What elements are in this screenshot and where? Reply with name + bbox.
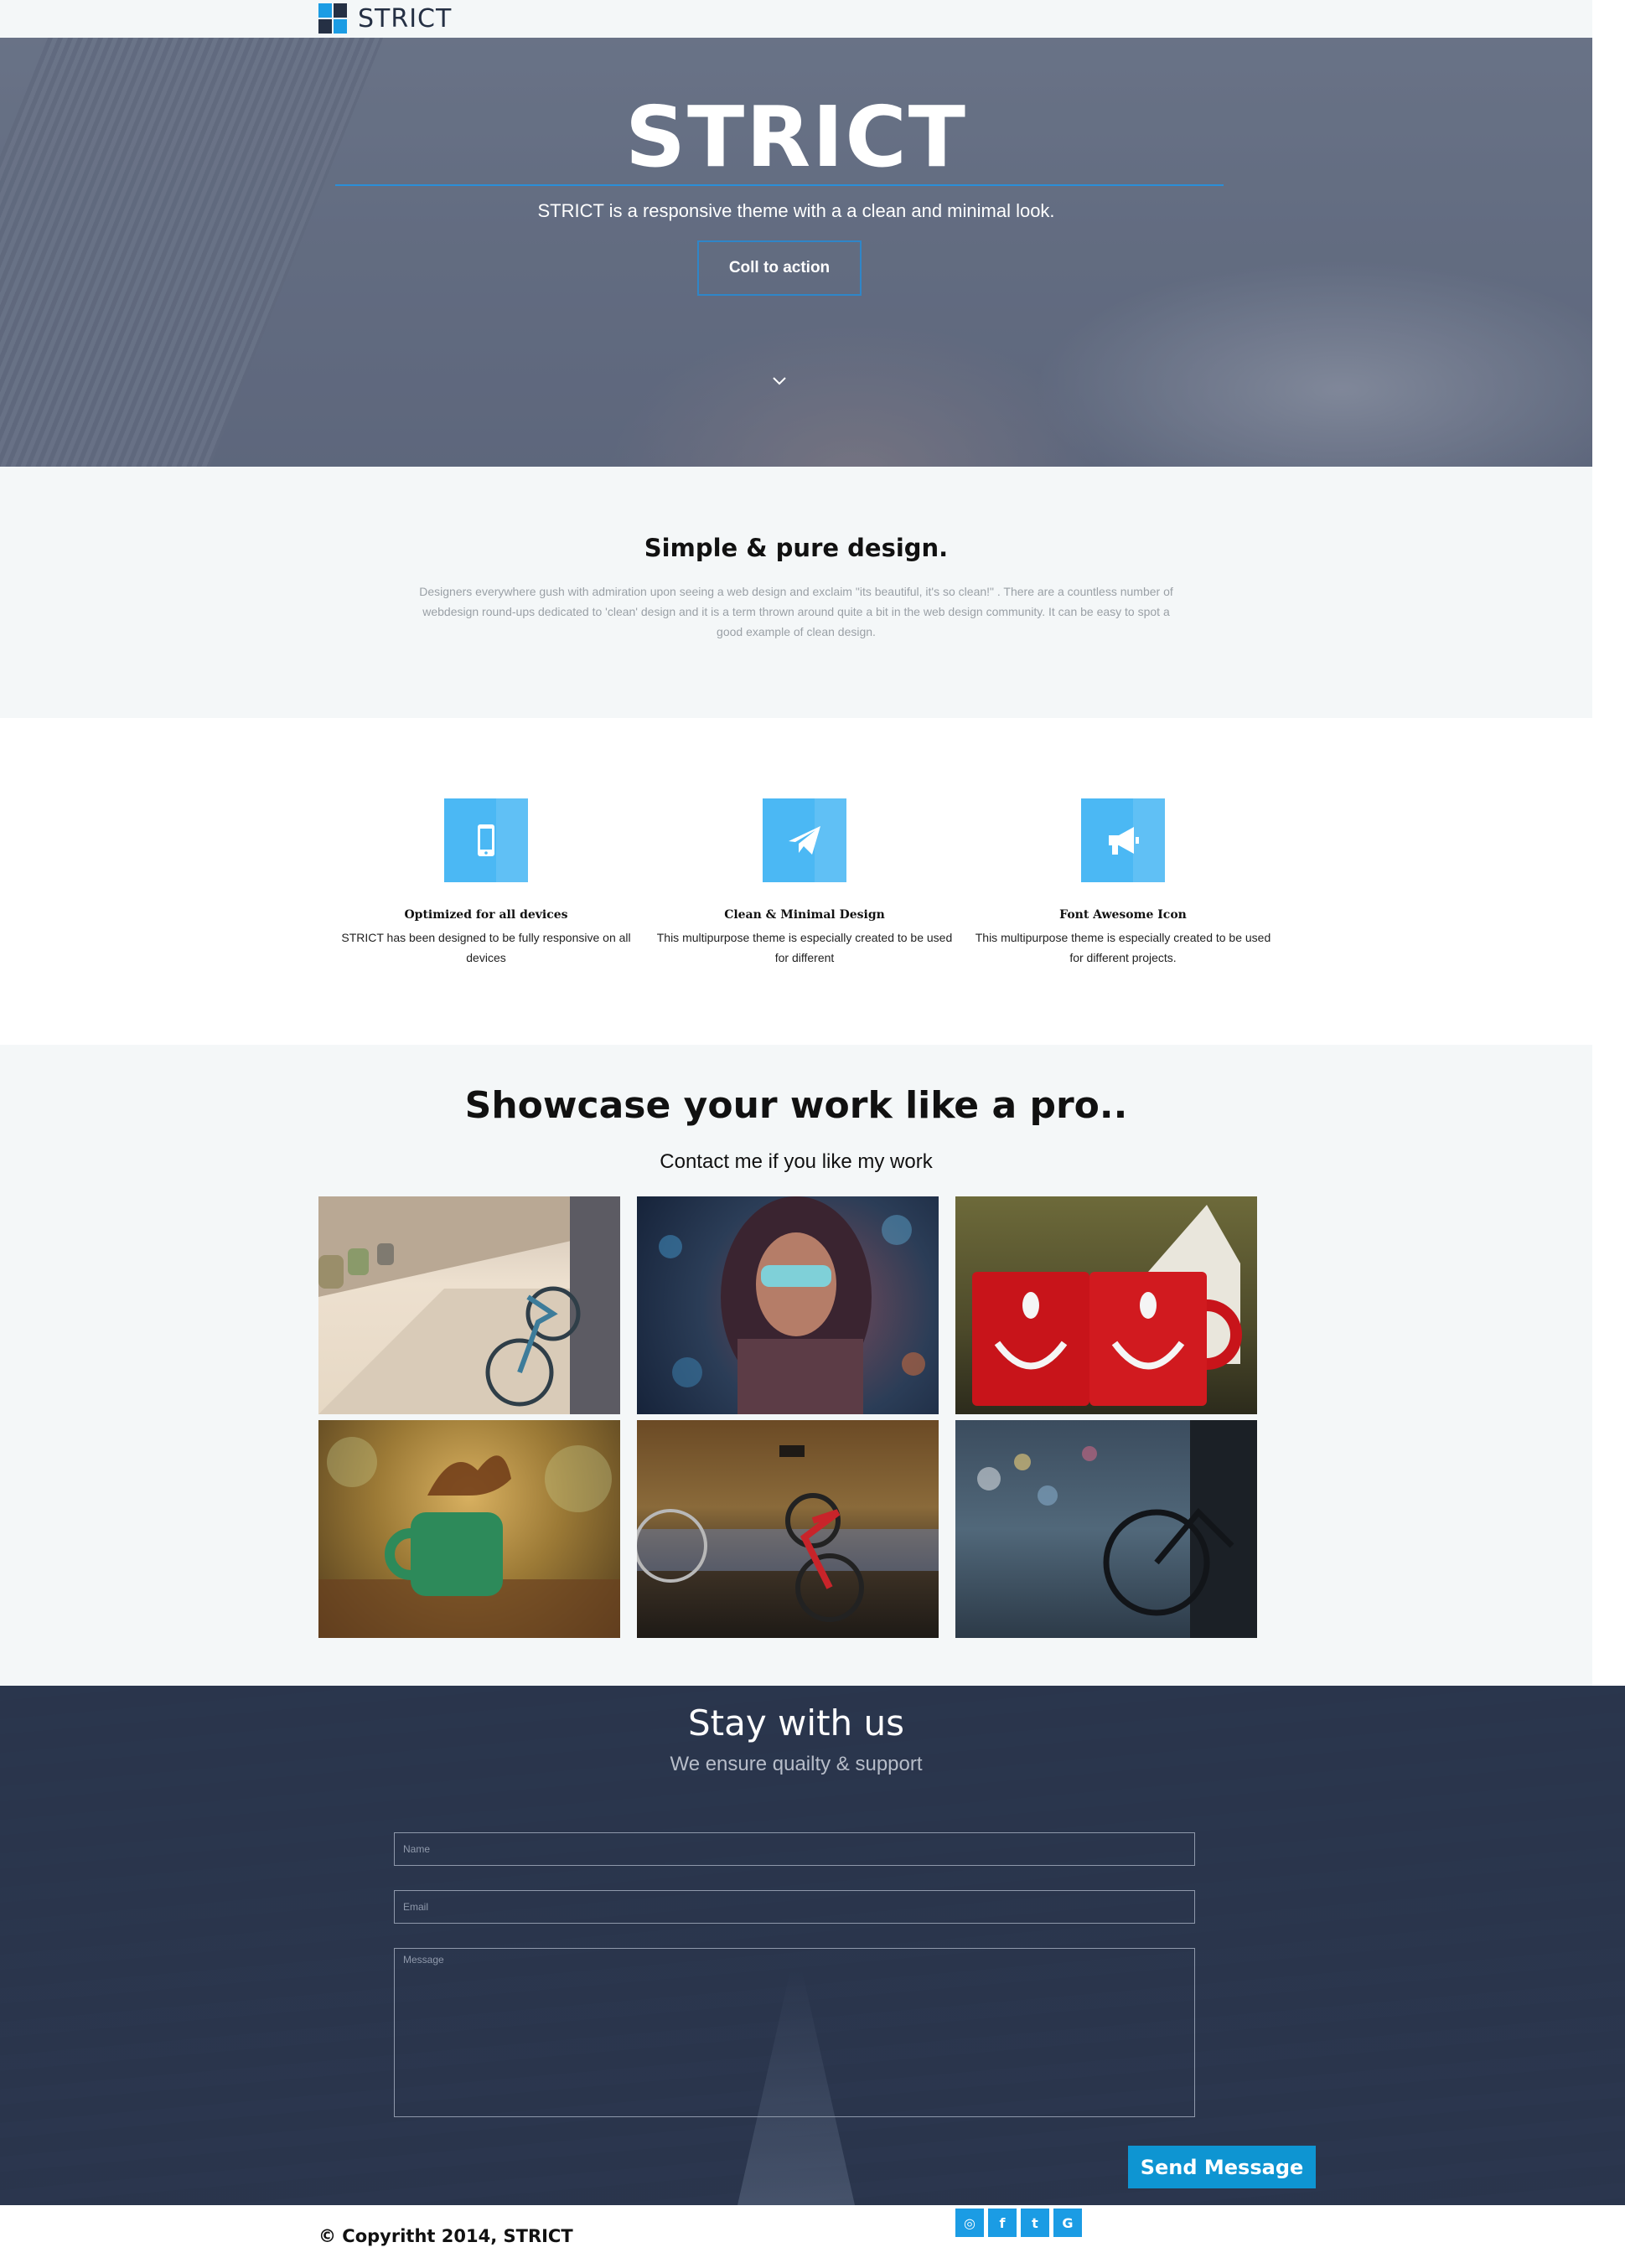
brand-name: STRICT bbox=[358, 4, 453, 34]
showcase-heading: Showcase your work like a pro.. bbox=[464, 1084, 1128, 1127]
email-field[interactable] bbox=[394, 1890, 1195, 1924]
call-to-action-button[interactable]: Coll to action bbox=[697, 240, 862, 296]
feature-text: This multipurpose theme is especially cr… bbox=[975, 931, 1271, 964]
chevron-down-icon[interactable] bbox=[771, 373, 788, 390]
paper-plane-icon bbox=[763, 798, 846, 882]
twitter-icon[interactable]: t bbox=[1021, 2209, 1049, 2237]
showcase-section: Showcase your work like a pro.. Contact … bbox=[0, 1045, 1592, 1686]
contact-subheading: We ensure quailty & support bbox=[670, 1753, 923, 1775]
bicycle-street-photo bbox=[318, 1196, 620, 1414]
send-message-button[interactable]: Send Message bbox=[1128, 2146, 1316, 2188]
intro-section: Simple & pure design. Designers everywhe… bbox=[0, 467, 1592, 718]
footer: © Copyritht 2014, STRICT bbox=[0, 2205, 1625, 2268]
mobile-phone-icon bbox=[444, 798, 528, 882]
hero-section: STRICT STRICT is a responsive theme with… bbox=[0, 38, 1592, 467]
logo-icon bbox=[318, 3, 348, 34]
hero-divider bbox=[335, 184, 1224, 186]
hero-title: STRICT bbox=[624, 88, 968, 186]
portfolio-tile[interactable] bbox=[955, 1420, 1257, 1638]
hero-subtitle: STRICT is a responsive theme with a a cl… bbox=[537, 200, 1055, 221]
bullhorn-icon bbox=[1081, 798, 1165, 882]
red-bicycle-wall-photo bbox=[637, 1445, 939, 1622]
red-smiley-mugs-photo bbox=[972, 1205, 1242, 1406]
copyright-text: © Copyritht 2014, STRICT bbox=[318, 2226, 573, 2246]
google-plus-icon[interactable]: G bbox=[1053, 2209, 1082, 2237]
page: STRICT STRICT STRICT is a responsive the… bbox=[0, 0, 1625, 2268]
portfolio-tile[interactable] bbox=[637, 1196, 939, 1414]
intro-heading: Simple & pure design. bbox=[644, 534, 949, 562]
name-field[interactable] bbox=[394, 1832, 1195, 1866]
message-field[interactable] bbox=[394, 1948, 1195, 2117]
coffee-splash-photo bbox=[318, 1437, 620, 1638]
brand-link[interactable]: STRICT bbox=[318, 0, 452, 38]
portfolio-tile[interactable] bbox=[637, 1420, 939, 1638]
instagram-icon[interactable]: ◎ bbox=[955, 2209, 984, 2237]
feature-title: Clean & Minimal Design bbox=[724, 908, 885, 922]
feature-title: Font Awesome Icon bbox=[1059, 908, 1187, 922]
contact-heading: Stay with us bbox=[687, 1702, 905, 1744]
portfolio-tile[interactable] bbox=[318, 1420, 620, 1638]
features-section: Optimized for all devices STRICT has bee… bbox=[0, 718, 1592, 1045]
intro-body: Designers everywhere gush with admiratio… bbox=[419, 585, 1173, 638]
feature-text: STRICT has been designed to be fully res… bbox=[341, 931, 631, 964]
showcase-lead: Contact me if you like my work bbox=[660, 1150, 933, 1173]
woman-sunglasses-photo bbox=[659, 1196, 925, 1414]
feature-title: Optimized for all devices bbox=[404, 908, 568, 922]
feature-text: This multipurpose theme is especially cr… bbox=[656, 931, 953, 964]
portfolio-tile[interactable] bbox=[318, 1196, 620, 1414]
navbar: STRICT bbox=[0, 0, 1592, 38]
social-links: ◎ f t G bbox=[955, 2209, 1082, 2237]
contact-section: Stay with us We ensure quailty & support bbox=[0, 1686, 1625, 2205]
facebook-icon[interactable]: f bbox=[988, 2209, 1017, 2237]
portfolio-tile[interactable] bbox=[955, 1196, 1257, 1414]
bicycle-bokeh-photo bbox=[977, 1420, 1257, 1638]
